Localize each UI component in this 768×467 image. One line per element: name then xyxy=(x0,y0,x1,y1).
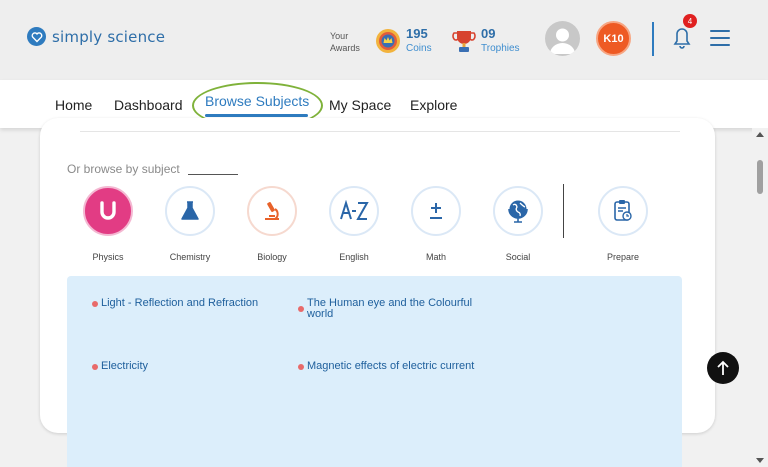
globe-icon xyxy=(493,186,543,236)
nav-explore[interactable]: Explore xyxy=(410,97,457,113)
subject-chemistry[interactable]: Chemistry xyxy=(165,186,215,262)
brand-logo[interactable]: simply science xyxy=(27,27,165,46)
avatar[interactable] xyxy=(545,21,580,56)
bullet-dot-icon xyxy=(298,306,304,312)
subject-physics[interactable]: Physics xyxy=(83,186,133,262)
browse-by-subject-label: Or browse by subject xyxy=(67,162,180,176)
brand-name: simply science xyxy=(52,27,166,46)
chapter-link-electricity[interactable]: Electricity xyxy=(92,360,276,372)
chapter-title: The Human eye and the Colourful world xyxy=(307,297,473,320)
back-to-top-button[interactable] xyxy=(707,352,739,384)
subject-social[interactable]: Social xyxy=(493,186,543,262)
trophies-label: Trophies xyxy=(481,43,520,54)
chapter-title: Light - Reflection and Refraction xyxy=(101,297,259,309)
chapters-panel: Light - Reflection and Refraction The Hu… xyxy=(67,276,682,467)
header-divider xyxy=(652,22,654,56)
a-z-icon xyxy=(329,186,379,236)
prepare-button[interactable]: Prepare xyxy=(598,186,648,262)
plus-minus-icon xyxy=(411,186,461,236)
coin-icon xyxy=(376,29,400,53)
subject-label: Math xyxy=(425,252,446,262)
subject-math[interactable]: Math xyxy=(411,186,461,262)
nav-home[interactable]: Home xyxy=(55,97,92,113)
chapter-link-human-eye[interactable]: The Human eye and the Colourful world xyxy=(298,297,482,320)
awards-label: Your Awards xyxy=(330,31,360,53)
arrow-up-icon xyxy=(717,360,729,375)
top-header: simply science Your Awards 195 Coins 09 … xyxy=(0,0,768,80)
chapter-link-magnetic-effects[interactable]: Magnetic effects of electric current xyxy=(298,360,482,372)
coins-label: Coins xyxy=(406,43,432,54)
bell-icon[interactable] xyxy=(673,26,691,50)
flask-icon xyxy=(165,186,215,236)
notification-badge: 4 xyxy=(683,14,697,28)
subject-label: Social xyxy=(505,252,531,262)
nav-dashboard[interactable]: Dashboard xyxy=(114,97,183,113)
coins-count: 195 xyxy=(406,26,428,41)
trophies-count: 09 xyxy=(481,26,496,41)
bullet-dot-icon xyxy=(92,364,98,370)
hamburger-menu-icon[interactable] xyxy=(710,30,730,46)
user-silhouette-icon xyxy=(550,28,575,54)
chapter-link-light[interactable]: Light - Reflection and Refraction xyxy=(92,297,276,309)
subject-label: Biology xyxy=(257,252,287,262)
card-divider xyxy=(80,131,680,132)
subject-label: Chemistry xyxy=(169,252,211,262)
microscope-icon xyxy=(247,186,297,236)
subjects-divider xyxy=(563,184,564,238)
trophy-icon xyxy=(452,31,476,52)
bullet-dot-icon xyxy=(298,364,304,370)
subject-biology[interactable]: Biology xyxy=(247,186,297,262)
physics-icon xyxy=(83,186,133,236)
bullet-dot-icon xyxy=(92,301,98,307)
clipboard-icon xyxy=(598,186,648,236)
grade-badge[interactable]: K10 xyxy=(596,21,631,56)
browse-label-underline xyxy=(188,174,238,175)
page-scrollbar[interactable] xyxy=(752,128,768,467)
heart-logo-icon xyxy=(27,27,46,46)
scroll-up-arrow-icon[interactable] xyxy=(756,132,764,137)
subject-label: Physics xyxy=(92,252,124,262)
nav-my-space[interactable]: My Space xyxy=(329,97,391,113)
chapter-title: Magnetic effects of electric current xyxy=(307,360,475,372)
scroll-thumb[interactable] xyxy=(757,160,763,194)
scroll-down-arrow-icon[interactable] xyxy=(756,458,764,463)
prepare-label: Prepare xyxy=(606,252,640,262)
subject-english[interactable]: English xyxy=(329,186,379,262)
subject-label: English xyxy=(339,252,369,262)
chapter-title: Electricity xyxy=(101,360,149,372)
